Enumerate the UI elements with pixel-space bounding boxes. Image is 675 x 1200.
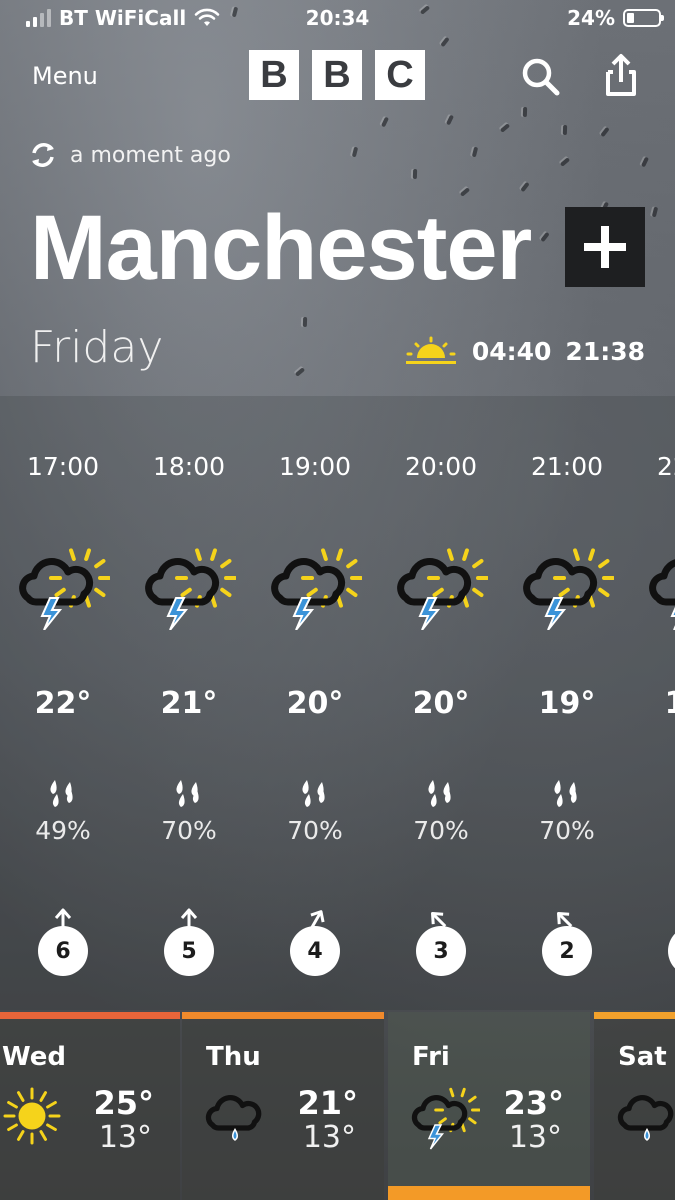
sun-times: 04:40 21:38 bbox=[404, 336, 645, 366]
logo-letter: B bbox=[249, 50, 299, 100]
hour-column[interactable]: 21:00 19° 70% 2 bbox=[504, 396, 630, 1010]
app-header: Menu B B C bbox=[0, 50, 675, 102]
day-card[interactable]: Sat bbox=[594, 1012, 675, 1200]
status-right: 24% bbox=[567, 6, 664, 30]
thunder-sun-icon bbox=[14, 542, 111, 631]
day-low: 13° bbox=[302, 1120, 356, 1155]
hour-column[interactable]: 17:00 22° 49% 6 bbox=[0, 396, 126, 1010]
battery-percent: 24% bbox=[567, 6, 615, 30]
rain-chance: 70% bbox=[161, 816, 217, 845]
hour-column[interactable]: 19:00 20° 70% 4 bbox=[252, 396, 378, 1010]
add-location-button[interactable] bbox=[565, 207, 645, 287]
last-updated[interactable]: a moment ago bbox=[28, 140, 231, 170]
search-icon[interactable] bbox=[518, 54, 562, 98]
day-card[interactable]: Wed 25° 13° bbox=[0, 1012, 180, 1200]
hour-temperature: 20° bbox=[412, 686, 470, 721]
hour-time: 18:00 bbox=[152, 452, 226, 481]
wind-speed: 4 bbox=[290, 926, 340, 976]
hour-time: 17:00 bbox=[26, 452, 100, 481]
wind-indicator: 2 bbox=[542, 908, 596, 976]
thunder-sun-icon bbox=[408, 1082, 481, 1150]
thunder-sun-icon bbox=[392, 542, 489, 631]
wind-indicator: 3 bbox=[416, 908, 470, 976]
bbc-logo[interactable]: B B C bbox=[249, 50, 425, 100]
rain-chance: 70% bbox=[287, 816, 343, 845]
day-name: Thu bbox=[206, 1042, 261, 1072]
day-card[interactable]: Fri 23° 13° bbox=[388, 1012, 590, 1200]
wind-indicator bbox=[668, 908, 675, 976]
day-name: Sat bbox=[618, 1042, 667, 1072]
logo-letter: C bbox=[375, 50, 425, 100]
wind-indicator: 5 bbox=[164, 908, 218, 976]
day-accent-bar bbox=[0, 1012, 180, 1019]
thunder-sun-icon bbox=[140, 542, 237, 631]
day-high: 23° bbox=[503, 1084, 564, 1122]
hour-time: 20:00 bbox=[404, 452, 478, 481]
hour-column[interactable]: 22:00 19° 5 bbox=[630, 396, 675, 1010]
rain-cloud-icon bbox=[202, 1082, 274, 1150]
raindrops-icon bbox=[45, 776, 81, 810]
day-accent-bar bbox=[594, 1012, 675, 1019]
hour-temperature: 19° bbox=[630, 686, 675, 721]
sunrise-icon bbox=[405, 336, 456, 364]
hour-column[interactable]: 18:00 21° 70% 5 bbox=[126, 396, 252, 1010]
hourly-forecast[interactable]: 17:00 22° 49% 6 18:00 21° 70% 5 19:00 20° 70%… bbox=[0, 396, 675, 1010]
raindrops-icon bbox=[549, 776, 585, 810]
raindrops-icon bbox=[297, 776, 333, 810]
wind-speed bbox=[668, 926, 675, 976]
day-low: 13° bbox=[508, 1120, 562, 1155]
status-bar: BT WiFiCall 20:34 24% bbox=[0, 0, 675, 36]
day-high: 25° bbox=[93, 1084, 154, 1122]
plus-icon bbox=[584, 226, 626, 268]
location-title: Manchester bbox=[30, 197, 532, 299]
wind-indicator: 6 bbox=[38, 908, 92, 976]
battery-icon bbox=[623, 9, 664, 27]
selected-indicator bbox=[388, 1186, 590, 1200]
sun-icon bbox=[0, 1082, 68, 1150]
refresh-icon bbox=[32, 143, 54, 167]
sunrise-time: 04:40 bbox=[471, 336, 552, 366]
menu-button[interactable]: Menu bbox=[32, 62, 98, 90]
raindrops-icon bbox=[423, 776, 459, 810]
wind-indicator: 4 bbox=[290, 908, 344, 976]
wind-speed: 6 bbox=[38, 926, 88, 976]
wind-speed: 5 bbox=[164, 926, 214, 976]
rain-chance: 49% bbox=[35, 816, 91, 845]
hour-temperature: 19° bbox=[538, 686, 596, 721]
hour-temperature: 20° bbox=[286, 686, 344, 721]
day-low: 13° bbox=[98, 1120, 152, 1155]
thunder-sun-icon bbox=[266, 542, 363, 631]
rain-chance: 70% bbox=[413, 816, 469, 845]
share-icon[interactable] bbox=[600, 52, 642, 98]
updated-text: a moment ago bbox=[70, 142, 231, 168]
day-name: Wed bbox=[2, 1042, 66, 1072]
hour-temperature: 22° bbox=[34, 686, 92, 721]
day-name: Fri bbox=[412, 1042, 450, 1072]
daily-forecast[interactable]: Wed 25° 13° Thu 21° 13° Fri 23° 13° Sat bbox=[0, 1012, 675, 1200]
hour-time: 19:00 bbox=[278, 452, 352, 481]
logo-letter: B bbox=[312, 50, 362, 100]
hour-temperature: 21° bbox=[160, 686, 218, 721]
hour-column[interactable]: 20:00 20° 70% 3 bbox=[378, 396, 504, 1010]
day-accent-bar bbox=[182, 1012, 384, 1019]
rain-cloud-icon bbox=[614, 1082, 675, 1150]
wind-speed: 3 bbox=[416, 926, 466, 976]
hour-time: 21:00 bbox=[530, 452, 604, 481]
day-card[interactable]: Thu 21° 13° bbox=[182, 1012, 384, 1200]
wind-speed: 2 bbox=[542, 926, 592, 976]
day-label: Friday bbox=[30, 322, 164, 373]
sunset-time: 21:38 bbox=[565, 336, 645, 366]
thunder-sun-icon bbox=[644, 542, 675, 631]
hour-time: 22:00 bbox=[656, 452, 675, 481]
day-high: 21° bbox=[297, 1084, 358, 1122]
rain-chance: 70% bbox=[539, 816, 595, 845]
rain-chance: 5 bbox=[630, 816, 675, 845]
raindrops-icon bbox=[171, 776, 207, 810]
thunder-sun-icon bbox=[518, 542, 615, 631]
